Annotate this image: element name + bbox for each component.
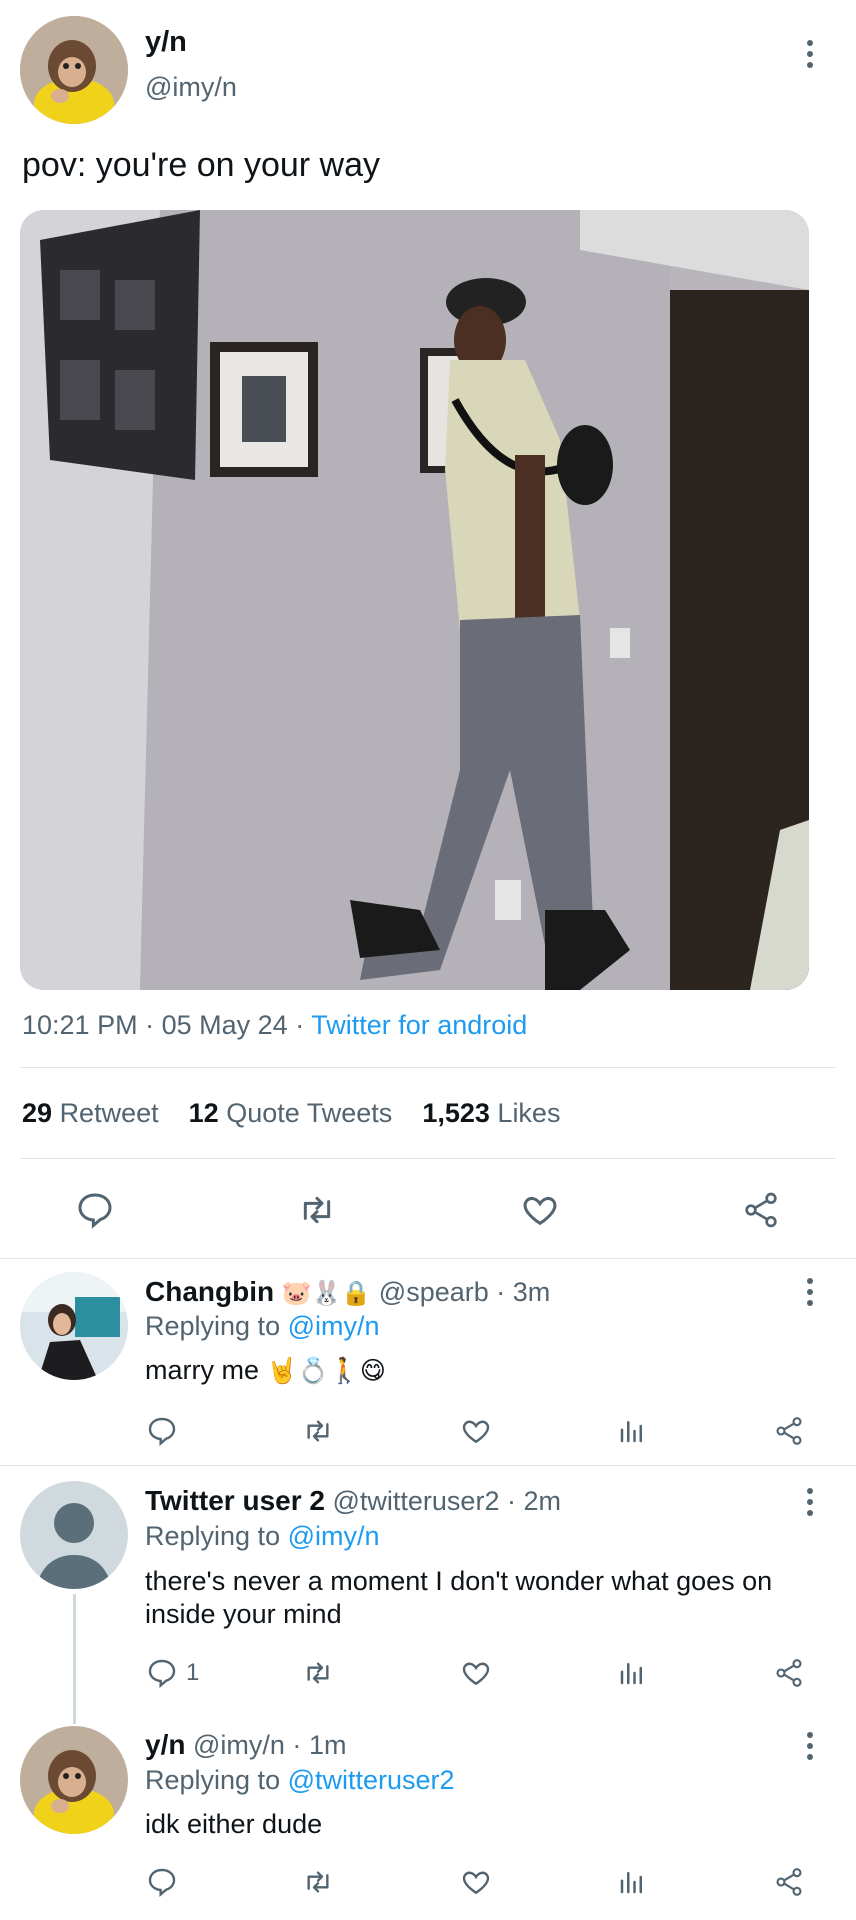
- divider: [0, 1465, 856, 1466]
- reply-text-emojis: 🤘💍🚶😋: [266, 1357, 386, 1385]
- share-icon[interactable]: [772, 1657, 806, 1689]
- reply-icon[interactable]: [146, 1866, 178, 1898]
- retweet-icon[interactable]: [301, 1866, 335, 1898]
- reply-icon[interactable]: [75, 1190, 115, 1230]
- retweet-icon[interactable]: [296, 1190, 338, 1230]
- reply-author-name[interactable]: Twitter user 2: [145, 1485, 325, 1516]
- like-icon[interactable]: [459, 1657, 493, 1689]
- reply-text-body: marry me: [145, 1355, 259, 1385]
- retweets-stat[interactable]: 29 Retweet: [22, 1098, 159, 1128]
- analytics-icon[interactable]: [617, 1657, 647, 1689]
- share-icon[interactable]: [772, 1866, 806, 1898]
- reply-author-name[interactable]: Changbin: [145, 1276, 274, 1307]
- reply-avatar[interactable]: [20, 1272, 128, 1380]
- reply-separator: ·: [496, 1277, 506, 1307]
- retweet-icon[interactable]: [301, 1415, 335, 1447]
- author-avatar[interactable]: [20, 16, 128, 124]
- author-handle[interactable]: @imy/n: [145, 72, 237, 103]
- reply-count: 1: [186, 1659, 200, 1686]
- replying-prefix: Replying to: [145, 1765, 281, 1795]
- replying-to: Replying to @twitteruser2: [145, 1765, 455, 1796]
- reply-avatar[interactable]: [20, 1726, 128, 1834]
- reply-time: 2m: [523, 1486, 562, 1516]
- reply-icon[interactable]: [146, 1657, 178, 1689]
- reply-text: there's never a moment I don't wonder wh…: [145, 1566, 773, 1629]
- reply-author-handle[interactable]: @twitteruser2: [333, 1486, 500, 1516]
- analytics-icon[interactable]: [617, 1866, 647, 1898]
- likes-count: 1,523: [422, 1098, 490, 1128]
- reply-separator: ·: [506, 1486, 516, 1516]
- author-name[interactable]: y/n: [145, 26, 187, 59]
- tweet-text: pov: you're on your way: [22, 146, 381, 184]
- more-icon[interactable]: [806, 1732, 814, 1766]
- more-icon[interactable]: [806, 1488, 814, 1522]
- reply-time: 3m: [512, 1277, 551, 1307]
- replying-prefix: Replying to: [145, 1311, 281, 1341]
- replying-to-handle[interactable]: @imy/n: [288, 1311, 380, 1341]
- reply-author-emojis: 🐷🐰🔒: [281, 1280, 372, 1307]
- retweets-label: Retweet: [59, 1098, 159, 1128]
- reply-header: Twitter user 2 @twitteruser2 · 2m: [145, 1485, 561, 1517]
- like-icon[interactable]: [519, 1190, 561, 1230]
- like-icon[interactable]: [459, 1866, 493, 1898]
- reply-icon[interactable]: [146, 1415, 178, 1447]
- tweet-client-link[interactable]: Twitter for android: [311, 1010, 527, 1040]
- share-icon[interactable]: [772, 1415, 806, 1447]
- reply-author-handle[interactable]: @imy/n: [193, 1730, 285, 1760]
- replying-to: Replying to @imy/n: [145, 1521, 380, 1552]
- quotes-stat[interactable]: 12 Quote Tweets: [189, 1098, 393, 1128]
- reply-header: y/n @imy/n · 1m: [145, 1729, 346, 1761]
- replying-to-handle[interactable]: @twitteruser2: [288, 1765, 455, 1795]
- quotes-count: 12: [188, 1098, 219, 1128]
- divider: [20, 1067, 836, 1068]
- more-icon[interactable]: [806, 1278, 814, 1312]
- replying-to: Replying to @imy/n: [145, 1311, 380, 1342]
- tweet-time: 10:21 PM: [22, 1010, 138, 1040]
- like-icon[interactable]: [459, 1415, 493, 1447]
- more-icon[interactable]: [806, 40, 814, 74]
- tweet-photo[interactable]: [20, 210, 809, 990]
- likes-stat[interactable]: 1,523 Likes: [422, 1098, 560, 1128]
- divider: [20, 1158, 836, 1159]
- thread-line: [73, 1594, 76, 1724]
- analytics-icon[interactable]: [617, 1415, 647, 1447]
- tweet-meta: 10:21 PM · 05 May 24 · Twitter for andro…: [22, 1010, 527, 1041]
- reply-author-name[interactable]: y/n: [145, 1729, 185, 1760]
- meta-separator: ·: [295, 1010, 305, 1040]
- reply-text: idk either dude: [145, 1809, 323, 1839]
- retweet-icon[interactable]: [301, 1657, 335, 1689]
- quotes-label: Quote Tweets: [226, 1098, 393, 1128]
- reply-author-handle[interactable]: @spearb: [379, 1277, 489, 1307]
- reply-time: 1m: [308, 1730, 347, 1760]
- default-avatar[interactable]: [20, 1481, 128, 1589]
- replying-to-handle[interactable]: @imy/n: [288, 1521, 380, 1551]
- reply-text: marry me 🤘💍🚶😋: [145, 1355, 386, 1386]
- replying-prefix: Replying to: [145, 1521, 281, 1551]
- share-icon[interactable]: [740, 1190, 782, 1230]
- reply-header: Changbin 🐷🐰🔒 @spearb · 3m: [145, 1276, 550, 1308]
- divider: [0, 1258, 856, 1259]
- likes-label: Likes: [497, 1098, 561, 1128]
- meta-separator: ·: [145, 1010, 155, 1040]
- retweets-count: 29: [22, 1098, 53, 1128]
- tweet-stats: 29 Retweet 12 Quote Tweets 1,523 Likes: [22, 1098, 560, 1129]
- tweet-date: 05 May 24: [161, 1010, 288, 1040]
- reply-separator: ·: [292, 1730, 302, 1760]
